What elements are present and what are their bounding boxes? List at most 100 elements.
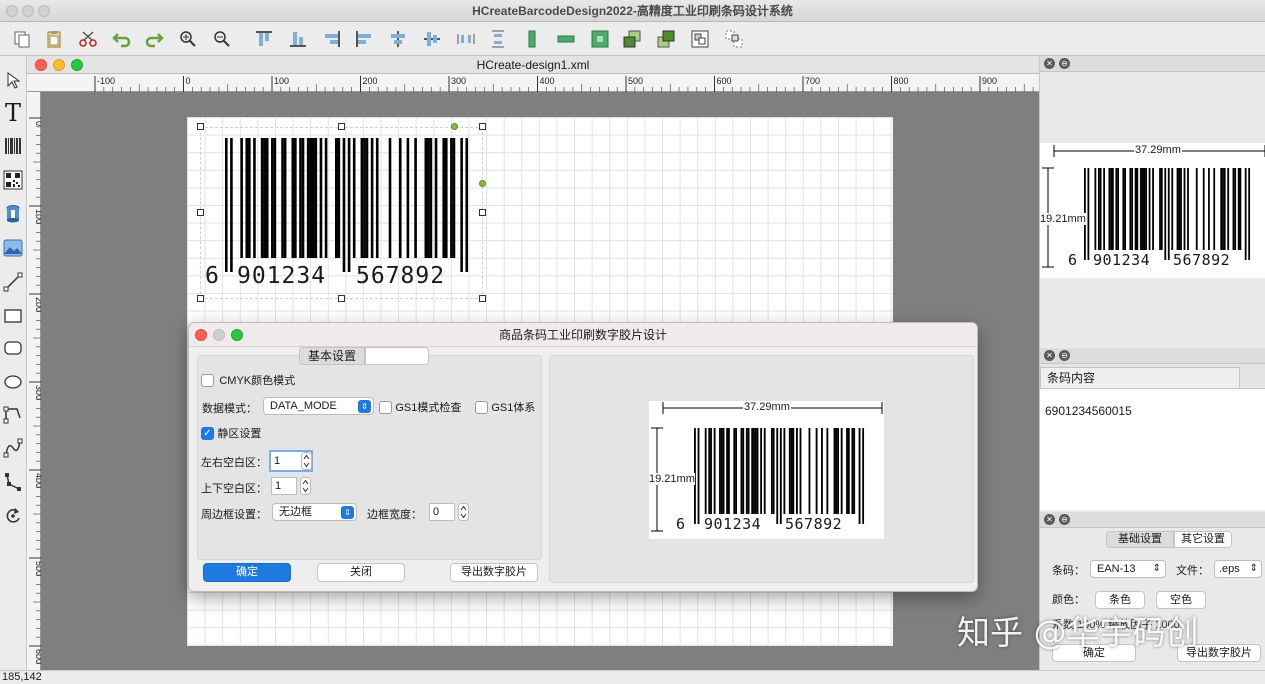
dialog-close-light[interactable]: [195, 329, 207, 341]
close-button[interactable]: 关闭: [317, 563, 405, 582]
lr-margin-stepper[interactable]: [301, 452, 312, 470]
cut-icon[interactable]: [76, 27, 100, 51]
ruler-label: 0: [34, 121, 41, 126]
window-zoom-button[interactable]: [38, 5, 50, 17]
gs1-check-checkbox[interactable]: [379, 401, 392, 415]
pointer-icon[interactable]: [2, 68, 24, 92]
polyline-tool-icon[interactable]: [2, 402, 24, 426]
ruler-label: 400: [34, 473, 41, 488]
resize-handle-sw[interactable]: [197, 295, 204, 302]
data-mode-select[interactable]: DATA_MODE ⇕: [263, 397, 374, 415]
barcode-type-select[interactable]: EAN-13 ⇕: [1090, 560, 1166, 578]
line-tool-icon[interactable]: [2, 270, 24, 294]
gs1-system-checkbox[interactable]: [475, 401, 488, 415]
doc-close-button[interactable]: [35, 59, 47, 71]
database-tool-icon[interactable]: [2, 202, 24, 226]
image-tool-icon[interactable]: [2, 236, 24, 260]
dialog-minimize-light[interactable]: [213, 329, 225, 341]
distribute-v-icon[interactable]: [486, 27, 510, 51]
barcode-bar: [444, 138, 448, 258]
path-tool-icon[interactable]: [2, 470, 24, 494]
tab-base-settings[interactable]: 基础设置: [1106, 531, 1174, 548]
send-back-icon[interactable]: [654, 27, 678, 51]
barcode-bar: [826, 428, 829, 514]
redo-icon[interactable]: [142, 27, 166, 51]
ruler-label: 200: [34, 297, 41, 312]
resize-handle-ne[interactable]: [479, 123, 486, 130]
detach-icon[interactable]: ⊖: [1059, 350, 1070, 361]
zoom-in-icon[interactable]: [176, 27, 200, 51]
tab-basic-settings[interactable]: 基本设置: [299, 347, 365, 365]
close-icon[interactable]: ✕: [1044, 514, 1055, 525]
text-tool-icon[interactable]: T: [2, 99, 24, 127]
undo-icon[interactable]: [110, 27, 134, 51]
tb-margin-stepper[interactable]: [300, 477, 311, 495]
doc-zoom-button[interactable]: [71, 59, 83, 71]
export-film-button[interactable]: 导出数字胶片: [450, 563, 538, 582]
barcode-digits-left: 901234: [237, 263, 327, 289]
dialog-zoom-light[interactable]: [231, 329, 243, 341]
barcode-bar: [248, 138, 251, 258]
window-minimize-button[interactable]: [22, 5, 34, 17]
close-icon[interactable]: ✕: [1044, 350, 1055, 361]
zoom-out-icon[interactable]: [210, 27, 234, 51]
close-icon[interactable]: ✕: [1044, 58, 1055, 69]
rounded-rect-tool-icon[interactable]: [2, 336, 24, 360]
barcode-tool-icon[interactable]: [2, 134, 24, 158]
barcode-bar: [414, 138, 417, 258]
ellipse-tool-icon[interactable]: [2, 370, 24, 394]
group-icon[interactable]: [688, 27, 712, 51]
copy-icon[interactable]: [10, 27, 34, 51]
same-size-icon[interactable]: [588, 27, 612, 51]
curve-tool-icon[interactable]: [2, 436, 24, 460]
rotate-handle[interactable]: [451, 123, 458, 130]
resize-handle-nw[interactable]: [197, 123, 204, 130]
ruler-label: 400: [540, 76, 555, 86]
rotate-tool-icon[interactable]: [2, 504, 24, 528]
align-bottom-icon[interactable]: [286, 27, 310, 51]
tb-margin-input[interactable]: 1: [271, 477, 297, 495]
barcode-type-value: EAN-13: [1097, 563, 1136, 575]
window-close-button[interactable]: [6, 5, 18, 17]
center-h-icon[interactable]: [386, 27, 410, 51]
doc-minimize-button[interactable]: [53, 59, 65, 71]
cmyk-checkbox[interactable]: [201, 374, 214, 388]
paste-icon[interactable]: [42, 27, 66, 51]
quiet-zone-checkbox[interactable]: ✓: [201, 427, 214, 441]
tab-blank[interactable]: [365, 347, 429, 365]
same-height-icon[interactable]: [554, 27, 578, 51]
resize-handle-e[interactable]: [479, 209, 486, 216]
main-toolbar: [0, 22, 1265, 56]
detach-icon[interactable]: ⊖: [1059, 58, 1070, 69]
barcode-content-textarea[interactable]: 6901234560015: [1040, 388, 1265, 510]
barcode-bar: [708, 428, 711, 514]
align-right-icon[interactable]: [320, 27, 344, 51]
border-width-stepper[interactable]: [458, 503, 469, 521]
center-v-icon[interactable]: [420, 27, 444, 51]
tab-other-settings[interactable]: 其它设置: [1174, 531, 1232, 548]
detach-icon[interactable]: ⊖: [1059, 514, 1070, 525]
bring-front-icon[interactable]: [620, 27, 644, 51]
resize-handle-se[interactable]: [479, 295, 486, 302]
resize-handle-n[interactable]: [338, 123, 345, 130]
skew-handle[interactable]: [479, 180, 486, 187]
resize-handle-s[interactable]: [338, 295, 345, 302]
ungroup-icon[interactable]: [722, 27, 746, 51]
distribute-h-icon[interactable]: [454, 27, 478, 51]
border-select[interactable]: 无边框 ⇕: [272, 503, 357, 521]
border-width-input[interactable]: 0: [429, 503, 455, 521]
barcode-bar: [360, 138, 364, 258]
align-top-icon[interactable]: [252, 27, 276, 51]
align-left-icon[interactable]: [352, 27, 376, 51]
resize-handle-w[interactable]: [197, 209, 204, 216]
tab-barcode-content[interactable]: 条码内容: [1040, 367, 1240, 388]
file-type-select[interactable]: .eps ⇕: [1214, 560, 1262, 578]
barcode-bar: [319, 138, 323, 258]
same-width-icon[interactable]: [520, 27, 544, 51]
rect-tool-icon[interactable]: [2, 304, 24, 328]
qrcode-tool-icon[interactable]: [2, 168, 24, 192]
barcode-bar: [763, 428, 766, 514]
ok-button[interactable]: 确定: [203, 563, 291, 582]
barcode-bar: [808, 428, 811, 514]
barcode-object[interactable]: 6 901234 567892: [200, 127, 483, 299]
